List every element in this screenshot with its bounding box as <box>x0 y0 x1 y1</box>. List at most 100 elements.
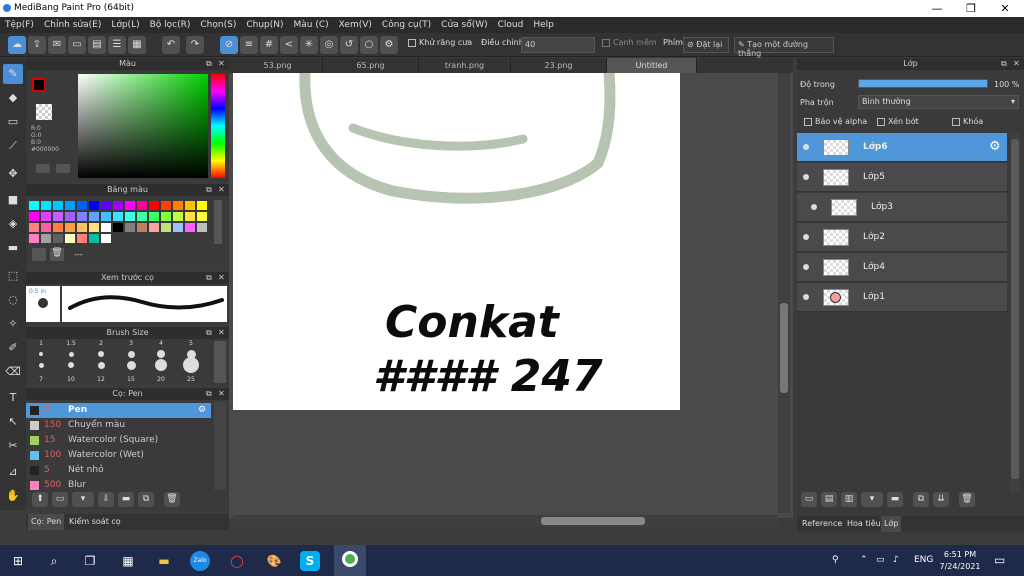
close-icon[interactable]: ✕ <box>218 327 225 339</box>
clipping-checkbox[interactable]: Xén bớt <box>877 117 919 126</box>
brush-tool-icon[interactable]: ✎ <box>3 64 23 84</box>
hue-slider[interactable] <box>211 74 225 178</box>
color-picker-square[interactable] <box>78 74 208 178</box>
palette-swatch[interactable] <box>77 234 87 243</box>
palette-swatch[interactable] <box>101 223 111 232</box>
popout-icon[interactable]: ⧉ <box>206 58 212 70</box>
palette-swatch[interactable] <box>29 234 39 243</box>
color-mode-button[interactable] <box>36 164 50 173</box>
menu-snap[interactable]: Chụp(N) <box>241 17 288 33</box>
reset-button[interactable]: ⊘ Đặt lại <box>683 37 729 53</box>
file-explorer-icon[interactable]: ▬ <box>154 551 174 571</box>
palette-swatch[interactable] <box>41 201 51 210</box>
new-halftone-layer-icon[interactable]: ▤ <box>821 492 837 507</box>
brush-list-item[interactable]: 150 Chuyển màu <box>26 418 211 433</box>
straight-line-button[interactable]: ✎ Tạo một đường thẳng <box>734 37 834 58</box>
opacity-slider[interactable] <box>858 79 988 88</box>
lock-checkbox[interactable]: Khóa <box>952 117 983 126</box>
palette-swatch[interactable] <box>137 212 147 221</box>
menu-file[interactable]: Tệp(F) <box>0 17 39 33</box>
parallel-snap-icon[interactable]: ≡ <box>240 36 258 54</box>
adjust-input[interactable]: 40 <box>521 37 595 53</box>
eyedropper-icon[interactable]: ⊿ <box>3 462 23 482</box>
new-layer-icon[interactable]: ▭ <box>801 492 817 507</box>
eye-icon[interactable] <box>803 264 809 270</box>
palette-swatch[interactable] <box>173 201 183 210</box>
brush-list-item[interactable]: 100 Watercolor (Wet) <box>26 448 211 463</box>
menu-tools[interactable]: Công cụ(T) <box>377 17 436 33</box>
brush-menu-icon[interactable]: ▾ <box>72 492 94 507</box>
brush-list-item[interactable]: 500 Blur <box>26 478 211 491</box>
text-tool-icon[interactable]: T <box>3 388 23 408</box>
fill-rect-icon[interactable]: ■ <box>3 190 23 210</box>
tab-65[interactable]: 65.png <box>323 58 419 73</box>
tab-23[interactable]: 23.png <box>511 58 607 73</box>
brush-list-item[interactable]: 7 Pen ⚙ <box>26 403 211 418</box>
eye-icon[interactable] <box>803 234 809 240</box>
new-brush-icon[interactable]: ▭ <box>52 492 68 507</box>
palette-swatch[interactable] <box>113 223 123 232</box>
layer-scrollbar[interactable] <box>1010 133 1020 493</box>
popout-icon[interactable]: ⧉ <box>206 327 212 339</box>
divide-tool-icon[interactable]: ✂ <box>3 436 23 456</box>
palette-swatch[interactable] <box>53 201 63 210</box>
redo-icon[interactable]: ↷ <box>186 36 204 54</box>
palette-swatch[interactable] <box>161 201 171 210</box>
brush-size-option[interactable] <box>68 351 74 357</box>
duplicate-layer-icon[interactable]: ⧉ <box>913 492 929 507</box>
menu-cloud[interactable]: Cloud <box>493 17 529 33</box>
vertical-scroll-thumb[interactable] <box>780 303 788 393</box>
palette-swatch[interactable] <box>185 223 195 232</box>
restore-button[interactable]: ❐ <box>954 0 988 17</box>
close-icon[interactable]: ✕ <box>218 272 225 284</box>
color-settings-button[interactable] <box>56 164 70 173</box>
close-icon[interactable]: ✕ <box>1013 58 1020 70</box>
horizontal-scroll-thumb[interactable] <box>541 517 645 525</box>
volume-icon[interactable]: ♪ <box>893 555 899 565</box>
palette-swatch[interactable] <box>89 223 99 232</box>
palette-swatch[interactable] <box>149 212 159 221</box>
close-icon[interactable]: ✕ <box>218 388 225 400</box>
brush-list-scrollbar[interactable] <box>214 402 226 490</box>
tray-chevron-icon[interactable]: ⌃ <box>860 555 868 565</box>
search-icon[interactable]: ⌕ <box>44 551 64 571</box>
layer-row[interactable]: Lớp5 <box>797 163 1007 192</box>
palette-swatch[interactable] <box>41 212 51 221</box>
layer-row[interactable]: Lớp3 <box>797 193 1007 222</box>
eye-icon[interactable] <box>803 174 809 180</box>
store-icon[interactable]: ▦ <box>118 551 138 571</box>
palette-swatch[interactable] <box>125 212 135 221</box>
palette-swatch[interactable] <box>41 223 51 232</box>
antialias-checkbox[interactable]: Khử răng cưa <box>408 38 472 47</box>
cross-snap-icon[interactable]: # <box>260 36 278 54</box>
tab-reference[interactable]: Reference <box>799 516 845 532</box>
snap-settings-icon[interactable]: ⚙ <box>380 36 398 54</box>
task-view-icon[interactable]: ❐ <box>80 551 100 571</box>
menu-select[interactable]: Chọn(S) <box>195 17 241 33</box>
palette-swatch[interactable] <box>185 212 195 221</box>
brush-size-option[interactable] <box>98 351 104 357</box>
palette-swatch[interactable] <box>65 201 75 210</box>
brush-size-option[interactable] <box>68 362 74 368</box>
trash-icon[interactable]: 🗑 <box>50 248 64 261</box>
radial-snap-icon[interactable]: ✳ <box>300 36 318 54</box>
palette-swatch[interactable] <box>197 201 207 210</box>
popout-icon[interactable]: ⧉ <box>206 388 212 400</box>
brush-size-option[interactable] <box>126 360 136 370</box>
page-icon[interactable]: ▭ <box>68 36 86 54</box>
doc-icon[interactable]: ▤ <box>88 36 106 54</box>
palette-swatch[interactable] <box>77 212 87 221</box>
brush-size-option[interactable] <box>157 350 165 358</box>
close-button[interactable]: ✕ <box>988 0 1022 17</box>
list-icon[interactable]: ☰ <box>108 36 126 54</box>
rect-tool-icon[interactable]: ▭ <box>3 112 23 132</box>
cloud-icon[interactable]: ☁ <box>8 36 26 54</box>
palette-swatch[interactable] <box>41 234 51 243</box>
gear-icon[interactable]: ⚙ <box>198 403 206 418</box>
battery-icon[interactable]: ▭ <box>876 555 885 565</box>
palette-swatch[interactable] <box>149 223 159 232</box>
brush-size-option[interactable] <box>39 352 43 356</box>
layer-scroll-thumb[interactable] <box>1011 139 1019 479</box>
foreground-color-swatch[interactable] <box>32 78 46 92</box>
palette-swatch[interactable] <box>125 201 135 210</box>
